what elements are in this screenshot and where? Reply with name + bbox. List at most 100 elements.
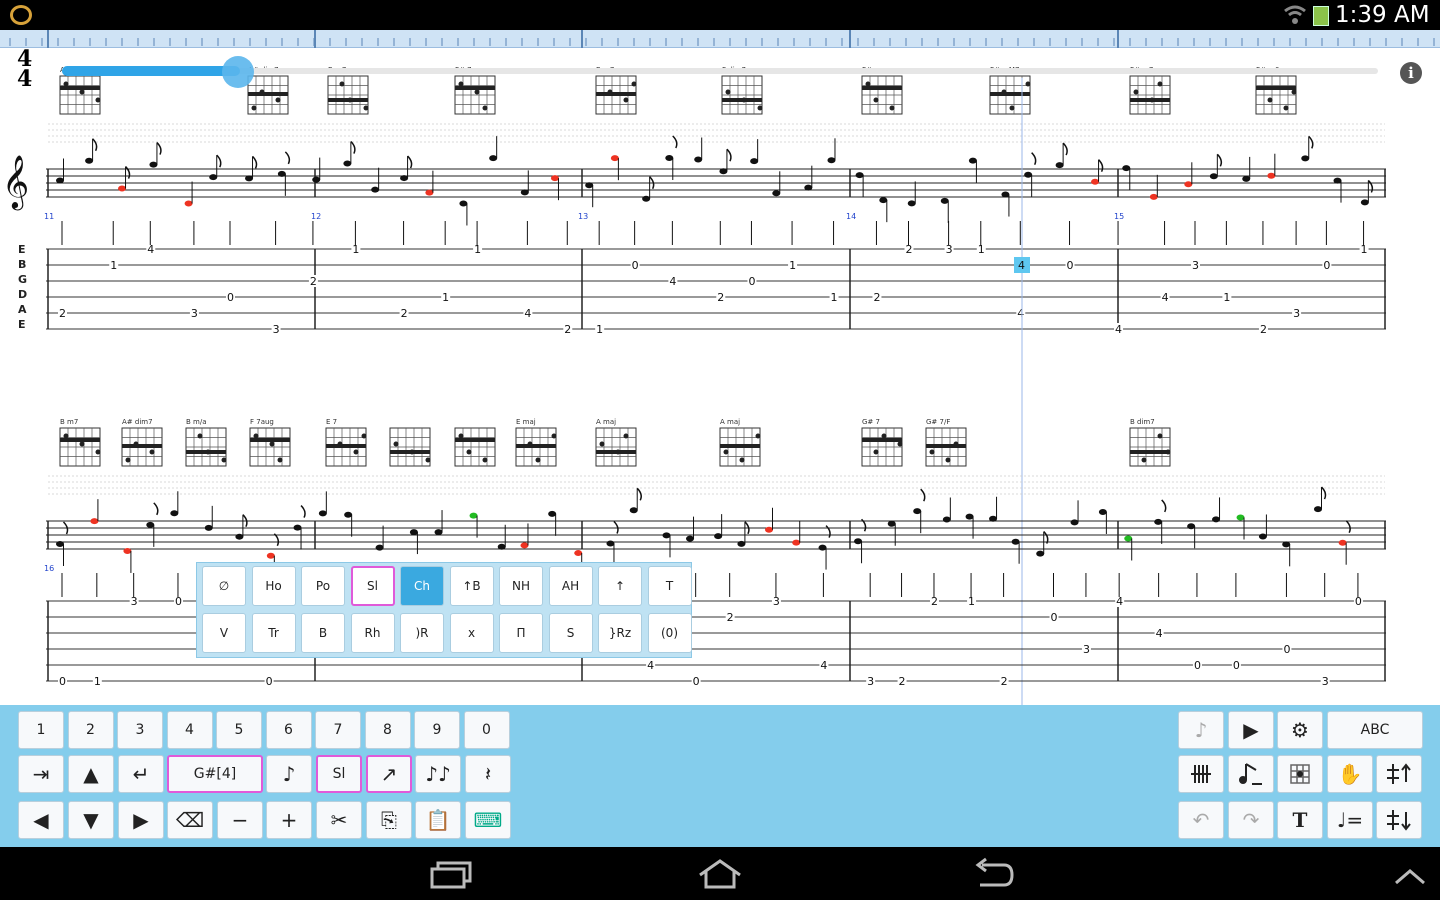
note-head[interactable] <box>694 156 703 163</box>
note-head[interactable] <box>548 510 557 517</box>
note-head[interactable] <box>85 157 94 164</box>
tab-fret-number[interactable]: 4 <box>820 659 827 672</box>
note-head[interactable] <box>855 172 864 179</box>
tab-fret-number[interactable]: 4 <box>1115 323 1122 336</box>
playback-slider-thumb[interactable] <box>222 56 254 88</box>
note-head[interactable] <box>1055 162 1064 169</box>
tab-fret-number[interactable]: 2 <box>1260 323 1267 336</box>
note-head[interactable] <box>1154 518 1163 525</box>
selected-tab-note[interactable]: 4 <box>1018 259 1025 272</box>
effect-button[interactable]: Tr <box>251 613 296 653</box>
effect-button[interactable]: AH <box>548 566 593 606</box>
number-key-0[interactable]: 0 <box>463 711 510 749</box>
note-head[interactable] <box>1098 508 1107 515</box>
note-head[interactable] <box>854 538 863 545</box>
tie-key[interactable]: ♪♪ <box>415 755 461 793</box>
enter-key[interactable]: ↵ <box>118 755 164 793</box>
tab-key[interactable]: ⇥ <box>18 755 64 793</box>
note-head[interactable] <box>1149 193 1158 200</box>
note-head[interactable] <box>907 200 916 207</box>
note-head[interactable] <box>1338 539 1347 546</box>
note-head[interactable] <box>56 541 64 548</box>
backspace-key[interactable]: ⌫ <box>167 801 213 839</box>
chord-diagram[interactable] <box>185 427 227 467</box>
tab-fret-number[interactable]: 0 <box>1323 259 1330 272</box>
note-head[interactable] <box>520 542 529 549</box>
note-head[interactable] <box>56 177 64 184</box>
note-head[interactable] <box>989 515 998 522</box>
note-head[interactable] <box>1313 506 1322 513</box>
note-head[interactable] <box>469 512 478 519</box>
undo-icon[interactable]: ↶ <box>1178 801 1224 839</box>
note-mode-icon[interactable]: ♪ <box>1178 711 1224 749</box>
note-head[interactable] <box>662 532 671 539</box>
effect-button[interactable]: B <box>301 613 345 653</box>
tab-fret-number[interactable]: 3 <box>273 323 280 336</box>
effect-button[interactable]: }Rz <box>598 613 642 653</box>
note-head[interactable] <box>642 195 651 202</box>
note-head[interactable] <box>1282 541 1291 548</box>
tab-fret-number[interactable]: 0 <box>1233 659 1240 672</box>
tab-fret-number[interactable]: 0 <box>266 675 273 688</box>
note-head[interactable] <box>312 176 321 183</box>
note-head[interactable] <box>750 158 759 165</box>
note-head[interactable] <box>792 539 801 546</box>
note-head[interactable] <box>1187 523 1196 530</box>
tab-fret-number[interactable]: 3 <box>191 307 198 320</box>
right-arrow-key[interactable]: ▶ <box>118 801 164 839</box>
tab-fret-number[interactable]: 1 <box>1223 291 1230 304</box>
effect-button[interactable]: ↑B <box>449 566 494 606</box>
tab-fret-number[interactable]: 3 <box>1192 259 1199 272</box>
note-head[interactable] <box>1236 514 1245 521</box>
eighth-note-key[interactable]: ♪ <box>266 755 312 793</box>
note-head[interactable] <box>1267 172 1276 179</box>
note-head[interactable] <box>737 540 746 547</box>
note-head[interactable] <box>343 160 352 167</box>
number-key-8[interactable]: 8 <box>364 711 411 749</box>
home-icon[interactable] <box>696 857 744 891</box>
note-head[interactable] <box>520 189 529 196</box>
tab-fret-number[interactable]: 4 <box>1162 291 1169 304</box>
tab-fret-number[interactable]: 1 <box>596 323 603 336</box>
chord-diagram[interactable] <box>454 427 496 467</box>
note-head[interactable] <box>629 507 638 514</box>
note-head[interactable] <box>818 544 827 551</box>
tab-fret-number[interactable]: 2 <box>401 307 408 320</box>
note-head[interactable] <box>209 174 218 181</box>
number-key-9[interactable]: 9 <box>414 711 460 749</box>
back-icon[interactable] <box>970 857 1016 891</box>
chord-diagram[interactable] <box>595 427 637 467</box>
tab-fret-number[interactable]: 1 <box>94 675 101 688</box>
note-head[interactable] <box>434 529 443 536</box>
chord-diagram[interactable] <box>719 427 761 467</box>
note-head[interactable] <box>550 175 559 182</box>
note-head[interactable] <box>1124 535 1133 542</box>
note-head[interactable] <box>375 544 384 551</box>
note-head[interactable] <box>146 521 155 528</box>
chord-diagram[interactable] <box>247 75 289 115</box>
tab-fret-number[interactable]: 4 <box>669 275 676 288</box>
note-head[interactable] <box>245 175 254 182</box>
note-head[interactable] <box>968 157 977 164</box>
tab-fret-number[interactable]: 4 <box>647 659 654 672</box>
note-head[interactable] <box>1301 155 1310 162</box>
note-head[interactable] <box>204 524 213 531</box>
effect-button[interactable]: V <box>202 613 246 653</box>
play-icon[interactable]: ▶ <box>1228 711 1274 749</box>
effect-button[interactable]: ∅ <box>202 566 246 606</box>
chord-diagram[interactable] <box>325 427 367 467</box>
note-head[interactable] <box>371 186 380 193</box>
note-head[interactable] <box>765 526 774 533</box>
chord-diagram[interactable] <box>327 75 369 115</box>
note-head[interactable] <box>1036 550 1045 557</box>
chord-diagram[interactable] <box>989 75 1031 115</box>
tab-fret-number[interactable]: 1 <box>110 259 117 272</box>
chord-diagram[interactable] <box>59 427 101 467</box>
chord-diagram[interactable] <box>515 427 557 467</box>
info-icon[interactable]: i <box>1400 62 1422 84</box>
chord-diagram[interactable] <box>121 427 163 467</box>
effect-button[interactable]: Sl <box>350 566 395 606</box>
note-head[interactable] <box>879 197 888 204</box>
chord-diagram[interactable] <box>1129 75 1171 115</box>
note-head[interactable] <box>293 524 302 531</box>
